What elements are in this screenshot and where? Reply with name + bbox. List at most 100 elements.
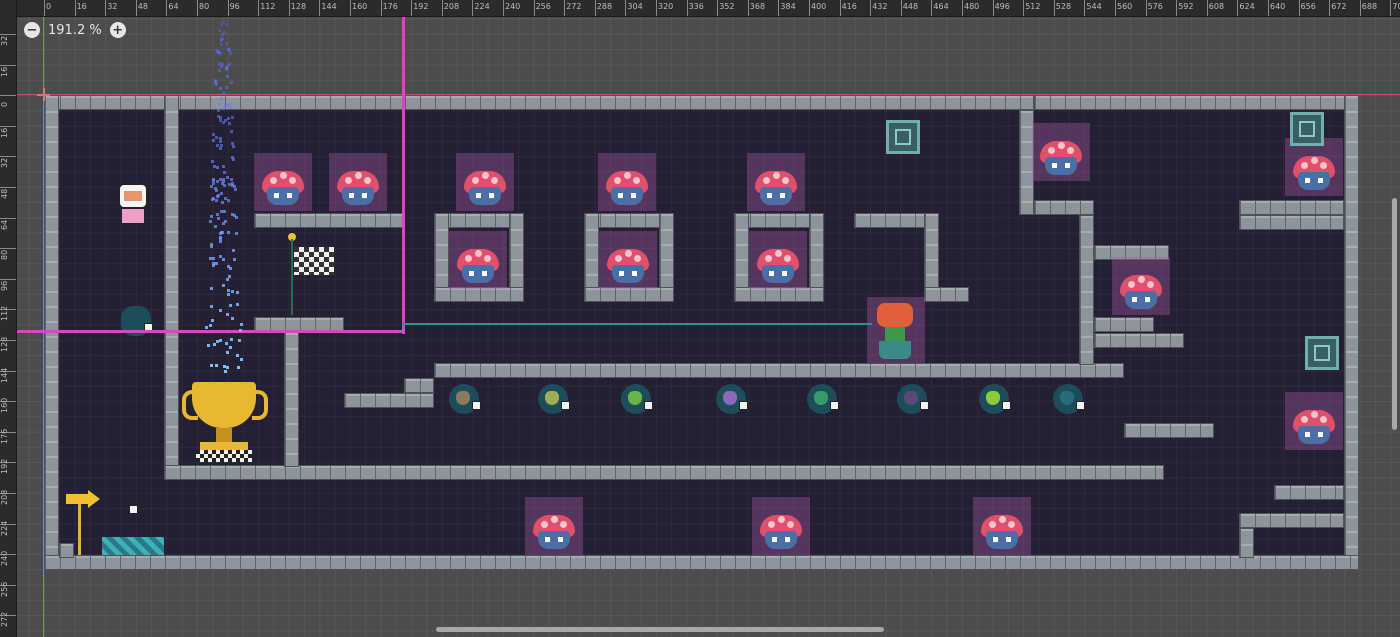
- player-character[interactable]: [116, 183, 150, 225]
- wall-floating-foot[interactable]: [924, 287, 969, 302]
- vertical-guide[interactable]: [402, 16, 405, 334]
- mushroom-enemy[interactable]: [973, 497, 1031, 555]
- particle: [216, 213, 220, 217]
- ruler-vertical[interactable]: 32 16 0 16 32 48 64 80 96 112 128 144 160 176 192 208 22…: [0, 0, 17, 637]
- ruler-top-label: 400: [811, 2, 827, 11]
- wall-step-2[interactable]: [344, 393, 434, 408]
- crate[interactable]: [1305, 336, 1339, 370]
- fruit-pineapple[interactable]: [538, 384, 570, 414]
- particle: [225, 67, 229, 71]
- ruler-top-label: 480: [964, 2, 980, 11]
- particle: [218, 254, 222, 258]
- fruit-bananas[interactable]: [716, 384, 748, 414]
- level-editor-viewport[interactable]: − 191.2 % + 0 16 32 48 64 80 96 112 128 144 160 176…: [0, 0, 1400, 637]
- particle: [236, 303, 240, 307]
- horizontal-scrollbar[interactable]: [436, 627, 884, 632]
- fruit-marker-bottom-left[interactable]: [106, 488, 138, 518]
- ruler-left-label: 0: [0, 102, 9, 108]
- ruler-top-label: 176: [382, 2, 398, 11]
- wall-right-shaft[interactable]: [1079, 215, 1094, 365]
- mushroom-enemy[interactable]: [747, 153, 805, 211]
- wall-upper-ledge[interactable]: [254, 213, 404, 228]
- wall-right[interactable]: [1344, 95, 1359, 570]
- mushroom-enemy[interactable]: [329, 153, 387, 211]
- wall-right-ledge-2[interactable]: [1094, 317, 1154, 332]
- particle: [217, 193, 221, 197]
- zoom-controls: − 191.2 % +: [24, 22, 126, 38]
- wall-top-right[interactable]: [1034, 95, 1359, 110]
- potted-plant-enemy[interactable]: [867, 297, 925, 363]
- fruit-cherries[interactable]: [897, 384, 929, 414]
- ruler-top-label: 672: [1331, 2, 1347, 11]
- particle: [230, 317, 234, 321]
- particle: [222, 107, 226, 111]
- ruler-left-label: 192: [0, 459, 9, 475]
- direction-arrow-sign[interactable]: [66, 490, 100, 555]
- zoom-out-icon[interactable]: −: [24, 22, 40, 38]
- particle: [239, 358, 243, 362]
- checkpoint-flag[interactable]: [286, 233, 336, 317]
- wall-right-stairs-2[interactable]: [1274, 485, 1344, 500]
- vertical-scrollbar[interactable]: [1392, 198, 1397, 430]
- ruler-top-label: 240: [505, 2, 521, 11]
- particle: [226, 289, 230, 293]
- wall-right-stairs-1[interactable]: [1124, 423, 1214, 438]
- cage-3-bottom[interactable]: [734, 287, 824, 302]
- mushroom-enemy[interactable]: [456, 153, 514, 211]
- ruler-top-label: 464: [933, 2, 949, 11]
- particle: [223, 196, 227, 200]
- fruit-orange[interactable]: [449, 384, 481, 414]
- wall-right-stairs-4[interactable]: [1239, 528, 1254, 558]
- particle: [218, 102, 222, 106]
- mushroom-enemy[interactable]: [598, 153, 656, 211]
- wall-bottom[interactable]: [44, 555, 1359, 570]
- mushroom-enemy[interactable]: [599, 231, 657, 289]
- wall-column-left[interactable]: [164, 95, 179, 475]
- fruit-melon[interactable]: [621, 384, 653, 414]
- mushroom-enemy[interactable]: [749, 231, 807, 289]
- zoom-in-icon[interactable]: +: [109, 22, 126, 38]
- mushroom-enemy[interactable]: [1285, 392, 1343, 450]
- mushroom-enemy[interactable]: [752, 497, 810, 555]
- mushroom-enemy[interactable]: [525, 497, 583, 555]
- trampoline[interactable]: [102, 537, 164, 555]
- ruler-horizontal[interactable]: 0 16 32 48 64 80 96 112 128 144 160 176 192 208 224 240…: [0, 0, 1400, 17]
- wall-middle-floor[interactable]: [164, 465, 1164, 480]
- wall-top[interactable]: [44, 95, 1034, 110]
- particle: [215, 199, 219, 203]
- goal-trophy[interactable]: [182, 380, 268, 465]
- ruler-top-label: 0: [46, 2, 52, 11]
- wall-right-upper-shelf-2[interactable]: [1239, 215, 1344, 230]
- particle: [221, 258, 225, 262]
- particle: [229, 266, 233, 270]
- wall-right-upper-shelf[interactable]: [1239, 200, 1344, 215]
- ruler-top-label: 368: [749, 2, 766, 11]
- fruit-apple[interactable]: [807, 384, 839, 414]
- particle: [219, 192, 223, 196]
- crate[interactable]: [886, 120, 920, 154]
- wall-trophy-column[interactable]: [284, 332, 299, 467]
- wall-right-room-floor[interactable]: [1034, 200, 1094, 215]
- particle: [222, 209, 226, 213]
- mushroom-enemy[interactable]: [1032, 123, 1090, 181]
- cage-1-bottom[interactable]: [434, 287, 524, 302]
- fruit-kiwi[interactable]: [979, 384, 1011, 414]
- ruler-left-label: 64: [0, 219, 9, 230]
- wall-step-1[interactable]: [404, 378, 434, 393]
- mushroom-enemy[interactable]: [1112, 257, 1170, 315]
- particle: [221, 20, 225, 24]
- particle: [230, 177, 234, 181]
- ruler-top-label: 64: [168, 2, 179, 11]
- mushroom-enemy[interactable]: [1285, 138, 1343, 196]
- horizontal-guide[interactable]: [16, 330, 404, 333]
- crate[interactable]: [1290, 112, 1324, 146]
- wall-corridor-ceiling[interactable]: [434, 363, 1124, 378]
- fruit-strawberry[interactable]: [1053, 384, 1085, 414]
- wall-right-stairs-3[interactable]: [1239, 513, 1344, 528]
- ruler-corner: [0, 0, 16, 16]
- wall-right-ledge-3[interactable]: [1094, 333, 1184, 348]
- cage-2-bottom[interactable]: [584, 287, 674, 302]
- particle: [230, 181, 234, 185]
- mushroom-enemy[interactable]: [449, 231, 507, 289]
- mushroom-enemy[interactable]: [254, 153, 312, 211]
